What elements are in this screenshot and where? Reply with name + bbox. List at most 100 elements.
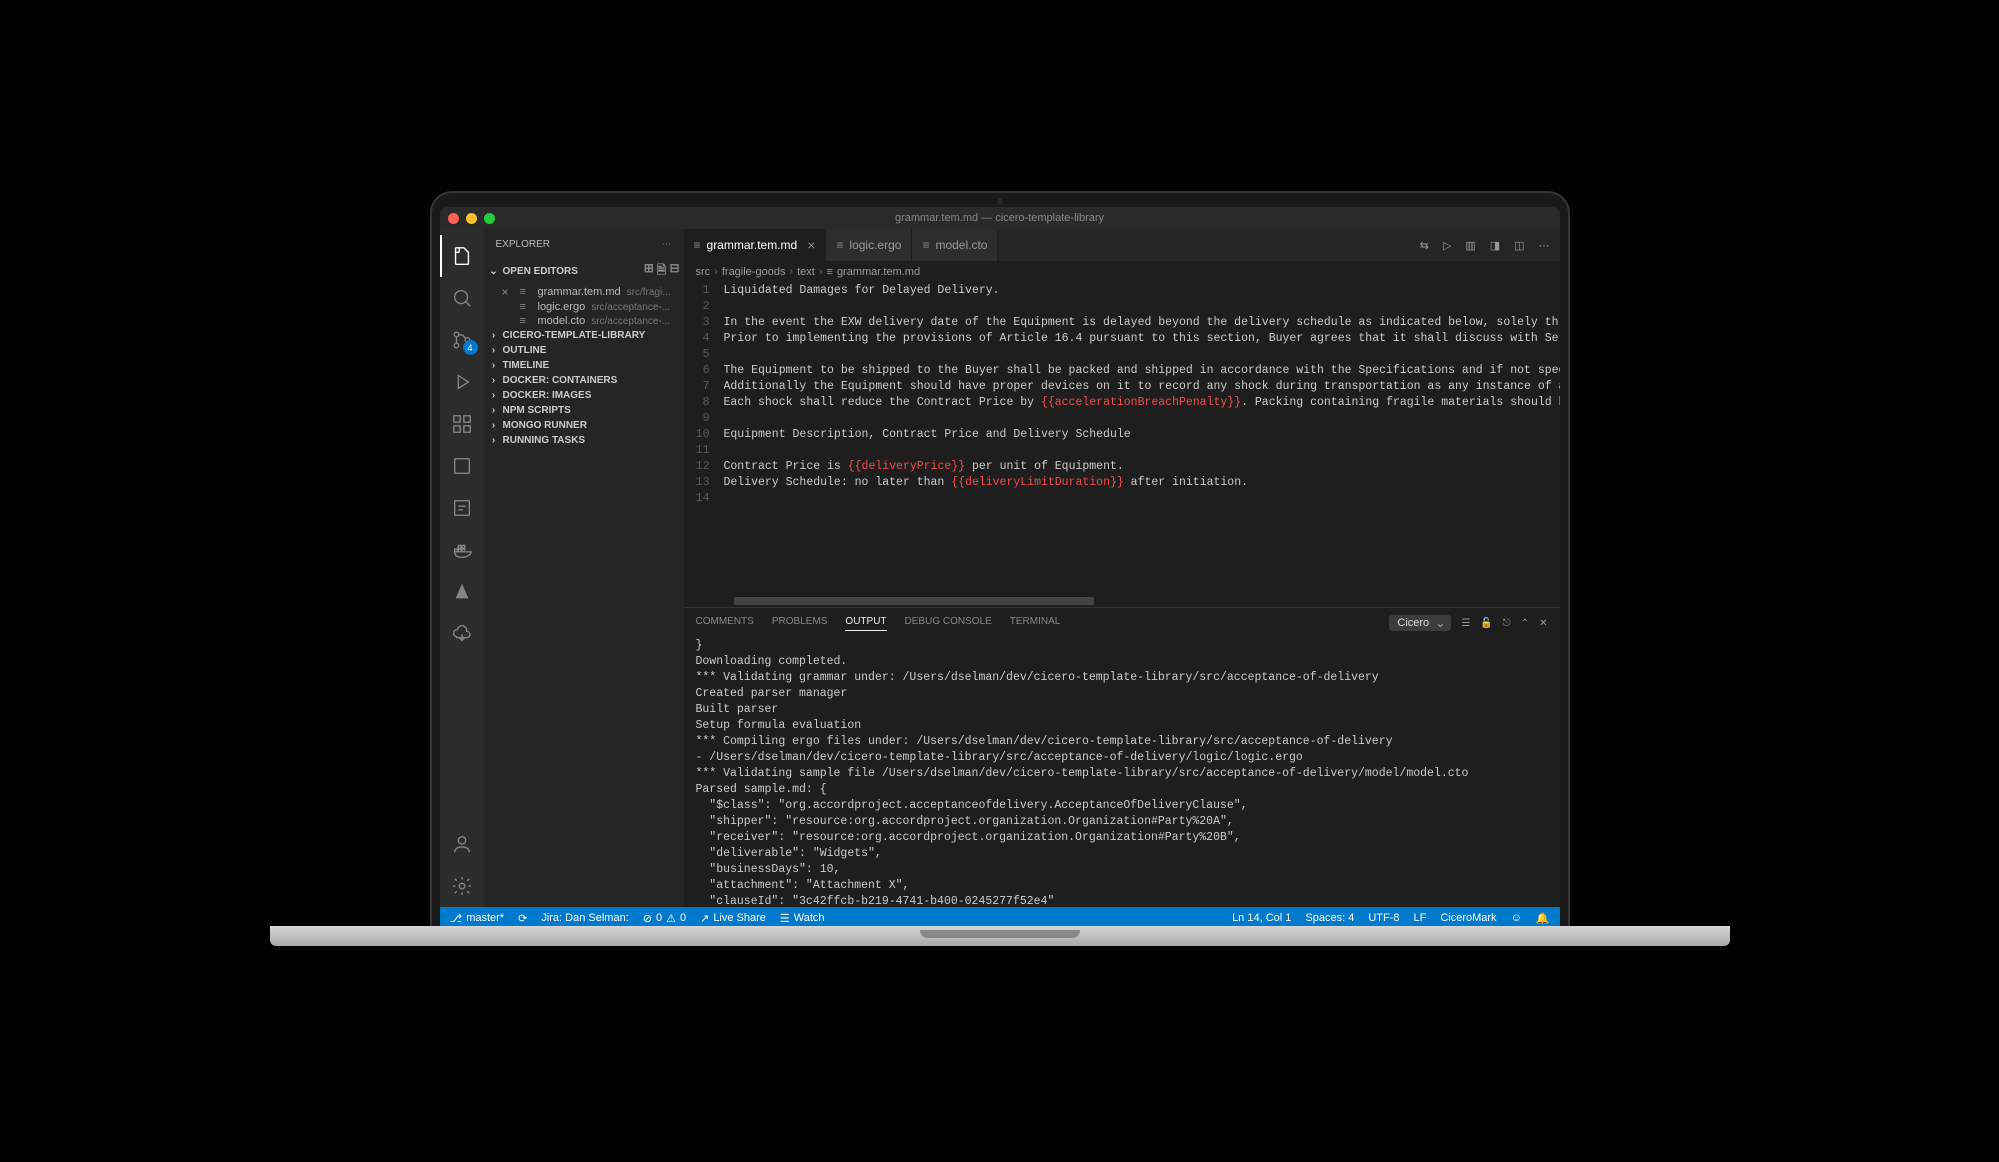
open-preview-icon[interactable]: ◨ (1490, 239, 1500, 252)
output-content[interactable]: } Downloading completed. *** Validating … (684, 638, 1560, 907)
file-icon: ≡ (520, 315, 534, 327)
outline-section[interactable]: › OUTLINE (484, 343, 684, 358)
git-branch-icon: ⎇ (450, 912, 463, 925)
code-content[interactable]: Liquidated Damages for Delayed Delivery.… (724, 283, 1560, 607)
activity-bar: 4 (440, 229, 484, 907)
todo-activity-icon[interactable] (440, 487, 484, 529)
breadcrumb-item[interactable]: text (797, 266, 815, 278)
minimize-window-button[interactable] (466, 213, 477, 224)
panel-tab-output[interactable]: OUTPUT (845, 616, 886, 631)
editor-actions: ⇆ ▷ ▥ ◨ ◫ ⋯ (1410, 229, 1560, 261)
docker-activity-icon[interactable] (440, 529, 484, 571)
close-tab-icon[interactable]: × (807, 237, 815, 253)
lock-icon[interactable]: 🔓 (1480, 618, 1492, 629)
problems-status[interactable]: ⊘ 0 ⚠ 0 (643, 912, 686, 925)
panel-tab-terminal[interactable]: TERMINAL (1010, 616, 1061, 631)
language-status[interactable]: CiceroMark (1440, 912, 1496, 925)
npm-scripts-label: NPM SCRIPTS (503, 405, 571, 416)
npm-scripts-section[interactable]: › NPM SCRIPTS (484, 403, 684, 418)
horizontal-scrollbar[interactable] (734, 597, 1094, 605)
remote-activity-icon[interactable] (440, 445, 484, 487)
bell-icon[interactable]: 🔔 (1536, 912, 1550, 925)
close-window-button[interactable] (448, 213, 459, 224)
save-all-icon[interactable]: 🗎 (657, 261, 667, 282)
clear-icon[interactable]: ⎋ (1503, 618, 1511, 629)
breadcrumb-item[interactable]: grammar.tem.md (837, 266, 920, 278)
panel-tab-comments[interactable]: COMMENTS (696, 616, 754, 631)
chevron-right-icon: › (488, 420, 500, 431)
open-editors-section[interactable]: ⌄ OPEN EDITORS ⊞ 🗎 ⊟ (484, 259, 684, 284)
output-channel-select[interactable]: Cicero (1389, 615, 1451, 631)
account-activity-icon[interactable] (440, 823, 484, 865)
docker-containers-section[interactable]: › DOCKER: CONTAINERS (484, 373, 684, 388)
breadcrumbs[interactable]: src›fragile-goods›text›≡ grammar.tem.md (684, 261, 1560, 283)
jira-status[interactable]: Jira: Dan Selman: (541, 912, 628, 924)
azure-activity-icon[interactable] (440, 571, 484, 613)
sync-icon: ⟳ (518, 912, 527, 925)
encoding-status[interactable]: UTF-8 (1368, 912, 1399, 925)
extensions-activity-icon[interactable] (440, 403, 484, 445)
feedback-icon[interactable]: ☺ (1511, 912, 1522, 925)
editor-tab[interactable]: ≡logic.ergo (826, 229, 912, 261)
branch-status[interactable]: ⎇ master* (450, 912, 505, 925)
breadcrumb-item[interactable]: src (696, 266, 711, 278)
breadcrumb-item[interactable]: fragile-goods (722, 266, 786, 278)
project-section[interactable]: › CICERO-TEMPLATE-LIBRARY (484, 328, 684, 343)
editor-tab[interactable]: ≡grammar.tem.md× (684, 229, 827, 261)
panel-tab-problems[interactable]: PROBLEMS (772, 616, 828, 631)
sync-status[interactable]: ⟳ (518, 912, 527, 925)
new-file-icon[interactable]: ⊞ (644, 261, 654, 282)
search-activity-icon[interactable] (440, 277, 484, 319)
file-icon: ≡ (694, 238, 701, 252)
more-actions-icon[interactable]: ⋯ (1539, 239, 1550, 252)
open-editor-item[interactable]: ≡logic.ergosrc/acceptance-... (484, 300, 684, 314)
eol-status[interactable]: LF (1413, 912, 1426, 925)
running-tasks-section[interactable]: › RUNNING TASKS (484, 433, 684, 448)
docker-images-section[interactable]: › DOCKER: IMAGES (484, 388, 684, 403)
branch-name: master* (466, 912, 504, 924)
open-editor-item[interactable]: ≡model.ctosrc/acceptance-... (484, 314, 684, 328)
timeline-label: TIMELINE (503, 360, 550, 371)
cloud-activity-icon[interactable] (440, 613, 484, 655)
liveshare-status[interactable]: ↗ Live Share (700, 912, 766, 925)
file-icon: ≡ (836, 238, 843, 252)
file-name: logic.ergo (538, 301, 586, 313)
watch-status[interactable]: ☰ Watch (780, 912, 825, 925)
chevron-right-icon: › (488, 405, 500, 416)
split-editor-icon[interactable]: ◫ (1514, 239, 1524, 252)
traffic-lights (448, 213, 495, 224)
editor-tab[interactable]: ≡model.cto (912, 229, 998, 261)
cursor-position-status[interactable]: Ln 14, Col 1 (1232, 912, 1291, 925)
file-path: src/acceptance-... (591, 302, 670, 313)
running-tasks-label: RUNNING TASKS (503, 435, 586, 446)
file-path: src/fragi... (627, 287, 671, 298)
run-icon[interactable]: ▷ (1443, 239, 1451, 252)
mongo-runner-section[interactable]: › MONGO RUNNER (484, 418, 684, 433)
screen-bezel: grammar.tem.md — cicero-template-library… (430, 191, 1570, 931)
sidebar-more-icon[interactable]: ⋯ (662, 239, 672, 250)
indent-status[interactable]: Spaces: 4 (1305, 912, 1354, 925)
timeline-section[interactable]: › TIMELINE (484, 358, 684, 373)
bottom-panel: COMMENTS PROBLEMS OUTPUT DEBUG CONSOLE TERMI… (684, 607, 1560, 907)
settings-activity-icon[interactable] (440, 865, 484, 907)
close-icon[interactable]: × (502, 285, 516, 299)
explorer-activity-icon[interactable] (440, 235, 484, 277)
source-control-activity-icon[interactable]: 4 (440, 319, 484, 361)
liveshare-icon: ↗ (700, 912, 709, 925)
preview-icon[interactable]: ▥ (1465, 239, 1475, 252)
camera-dot (997, 199, 1002, 204)
editor-body[interactable]: 1234567891011121314 Liquidated Damages f… (684, 283, 1560, 607)
error-count: 0 (656, 912, 662, 924)
compare-icon[interactable]: ⇆ (1420, 239, 1429, 252)
close-panel-icon[interactable]: ✕ (1539, 618, 1547, 629)
docker-containers-label: DOCKER: CONTAINERS (503, 375, 618, 386)
maximize-window-button[interactable] (484, 213, 495, 224)
open-editor-item[interactable]: ×≡grammar.tem.mdsrc/fragi... (484, 284, 684, 300)
chevron-right-icon: › (488, 390, 500, 401)
panel-tab-debug-console[interactable]: DEBUG CONSOLE (905, 616, 992, 631)
list-icon[interactable]: ☰ (1461, 618, 1470, 629)
chevron-right-icon: › (819, 266, 823, 278)
debug-activity-icon[interactable] (440, 361, 484, 403)
chevron-up-icon[interactable]: ⌃ (1521, 618, 1529, 629)
close-all-icon[interactable]: ⊟ (669, 261, 679, 282)
